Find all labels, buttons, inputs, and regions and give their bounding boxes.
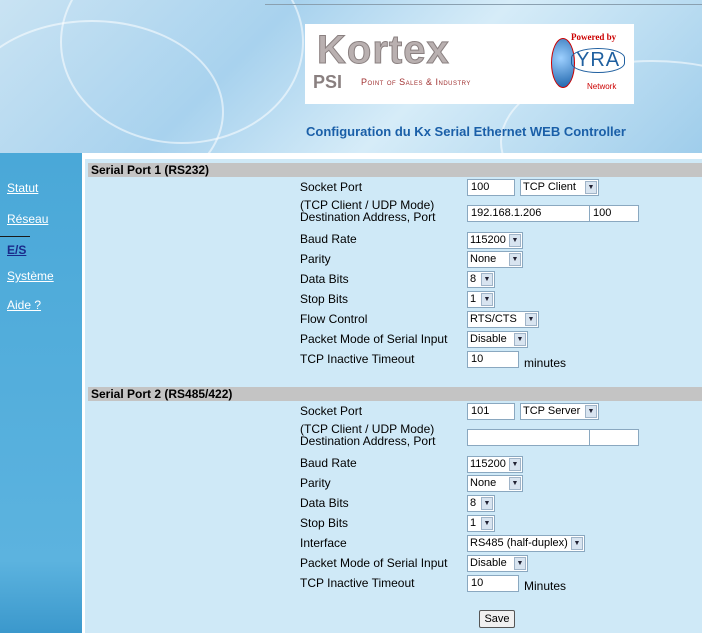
chevron-down-icon: ▼ [514,333,526,346]
logo-main-text: Kortex [317,28,450,73]
chevron-down-icon: ▼ [509,477,521,490]
stop-bits-label: Stop Bits [300,292,349,306]
logo-sub-text: PSI [313,72,343,92]
data-bits-label: Data Bits [300,272,349,286]
sidebar-item-reseau[interactable]: Réseau [7,212,48,226]
stop-bits-select[interactable]: 1 ▼ [467,515,495,532]
chevron-down-icon: ▼ [509,458,521,471]
stop-bits-value: 1 [470,293,477,305]
sidebar-item-es[interactable]: E/S [7,243,26,257]
chevron-down-icon: ▼ [585,181,597,194]
chevron-down-icon: ▼ [571,537,583,550]
baud-rate-label: Baud Rate [300,456,357,470]
tcp-timeout-input[interactable]: 10 [467,351,519,368]
socket-port-input[interactable]: 100 [467,179,515,196]
data-bits-select[interactable]: 8 ▼ [467,271,495,288]
interface-value: RS485 (half-duplex) [470,537,568,549]
dest-port-input[interactable] [589,429,639,446]
data-bits-label: Data Bits [300,496,349,510]
baud-rate-select[interactable]: 115200 ▼ [467,456,523,473]
packet-mode-label: Packet Mode of Serial Input [300,332,448,346]
stop-bits-value: 1 [470,517,477,529]
parity-select[interactable]: None ▼ [467,475,523,492]
chevron-down-icon: ▼ [525,313,537,326]
data-bits-select[interactable]: 8 ▼ [467,495,495,512]
chevron-down-icon: ▼ [481,517,493,530]
sidebar-item-aide[interactable]: Aide ? [7,298,41,312]
parity-value: None [470,253,497,265]
save-button[interactable]: Save [479,610,515,628]
parity-select[interactable]: None ▼ [467,251,523,268]
chevron-down-icon: ▼ [509,234,521,247]
socket-mode-select[interactable]: TCP Client ▼ [520,179,599,196]
packet-mode-label: Packet Mode of Serial Input [300,556,448,570]
stop-bits-label: Stop Bits [300,516,349,530]
yra-logo: Powered by YRA Network [551,28,631,100]
socket-port-label: Socket Port [300,404,363,418]
socket-port-input[interactable]: 101 [467,403,515,420]
tcp-timeout-input[interactable]: 10 [467,575,519,592]
data-bits-value: 8 [470,273,477,285]
packet-mode-value: Disable [470,333,507,345]
baud-rate-select[interactable]: 115200 ▼ [467,232,523,249]
socket-mode-value: TCP Client [523,181,576,193]
chevron-down-icon: ▼ [509,253,521,266]
interface-select[interactable]: RS485 (half-duplex) ▼ [467,535,585,552]
network-text: Network [587,82,617,91]
chevron-down-icon: ▼ [585,405,597,418]
parity-label: Parity [300,476,331,490]
chevron-down-icon: ▼ [481,273,493,286]
stop-bits-select[interactable]: 1 ▼ [467,291,495,308]
sidebar-divider [0,236,30,237]
flow-control-select[interactable]: RTS/CTS ▼ [467,311,539,328]
sidebar: Statut Réseau E/S Système Aide ? [0,153,82,633]
packet-mode-value: Disable [470,557,507,569]
baud-rate-value: 115200 [470,458,506,470]
section-title-port1: Serial Port 1 (RS232) [88,163,702,177]
socket-mode-value: TCP Server [523,405,581,417]
timeout-unit-label: minutes [524,356,567,370]
dest-address-input[interactable] [467,429,590,446]
header-banner: Kortex PSI Point of Sales & Industry Pow… [0,0,702,153]
chevron-down-icon: ▼ [481,497,493,510]
header-divider [265,4,702,5]
interface-label: Interface [300,536,347,550]
socket-mode-select[interactable]: TCP Server ▼ [520,403,599,420]
yra-brand-text: YRA [571,48,626,73]
kortex-logo: Kortex PSI Point of Sales & Industry Pow… [305,24,634,104]
flow-control-label: Flow Control [300,312,368,326]
powered-by-text: Powered by [571,32,617,42]
section-title-port2: Serial Port 2 (RS485/422) [88,387,702,401]
dest-label-line2: Destination Address, Port [300,210,436,224]
parity-value: None [470,477,497,489]
page-title: Configuration du Kx Serial Ethernet WEB … [306,124,626,139]
baud-rate-label: Baud Rate [300,232,357,246]
logo-tagline: Point of Sales & Industry [361,77,471,87]
dest-label-line2: Destination Address, Port [300,434,436,448]
packet-mode-select[interactable]: Disable ▼ [467,331,528,348]
dest-address-input[interactable]: 192.168.1.206 [467,205,590,222]
sidebar-item-statut[interactable]: Statut [7,181,38,195]
chevron-down-icon: ▼ [481,293,493,306]
parity-label: Parity [300,252,331,266]
tcp-timeout-label: TCP Inactive Timeout [300,576,415,590]
timeout-unit-label: Minutes [524,579,567,593]
sidebar-item-systeme[interactable]: Système [7,269,54,283]
packet-mode-select[interactable]: Disable ▼ [467,555,528,572]
tcp-timeout-label: TCP Inactive Timeout [300,352,415,366]
socket-port-label: Socket Port [300,180,363,194]
baud-rate-value: 115200 [470,234,506,246]
chevron-down-icon: ▼ [514,557,526,570]
dest-port-input[interactable]: 100 [589,205,639,222]
flow-control-value: RTS/CTS [470,313,517,325]
data-bits-value: 8 [470,497,477,509]
